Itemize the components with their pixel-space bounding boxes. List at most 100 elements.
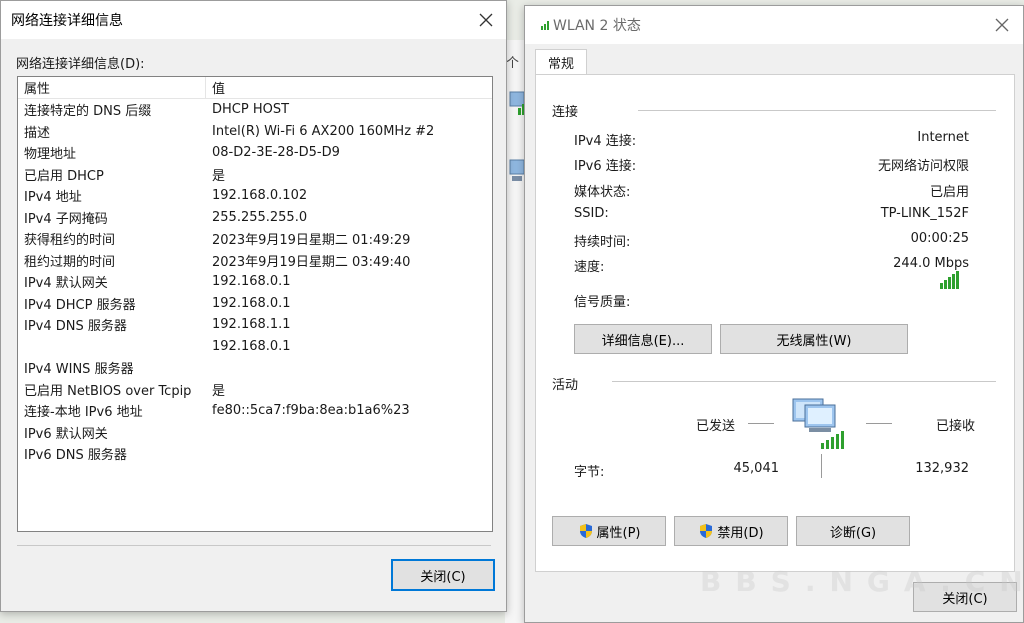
table-row[interactable]: IPv4 子网掩码 255.255.255.0 [18, 207, 492, 229]
row-property: 物理地址 [24, 147, 77, 163]
signal-strength-icon [940, 271, 959, 289]
table-row[interactable]: 192.168.0.1 [18, 336, 492, 358]
row-property: IPv4 DNS 服务器 [24, 319, 127, 335]
activity-group-title: 活动 [552, 378, 579, 393]
wifi-signal-icon [541, 21, 549, 30]
status-close-button[interactable]: 关闭(C) [913, 582, 1017, 612]
status-titlebar: WLAN 2 状态 [525, 6, 1023, 44]
table-row[interactable]: 描述 Intel(R) Wi-Fi 6 AX200 160MHz #2 [18, 121, 492, 143]
row-property: 租约过期的时间 [24, 254, 116, 270]
row-property: IPv6 默认网关 [24, 426, 108, 442]
details-divider [17, 545, 491, 546]
speed-value: 244.0 Mbps [893, 256, 969, 271]
row-property: 连接特定的 DNS 后缀 [24, 104, 152, 120]
table-row[interactable]: 物理地址 08-D2-3E-28-D5-D9 [18, 142, 492, 164]
signal-bar [948, 277, 951, 289]
properties-button[interactable]: 属性(P) [552, 516, 666, 546]
properties-button-label: 属性(P) [596, 525, 641, 541]
wlan-status-dialog: WLAN 2 状态 常规 连接 IPv4 连接: Internet IPv6 连… [524, 5, 1024, 623]
row-property: 描述 [24, 125, 51, 141]
table-row[interactable]: 获得租约的时间 2023年9月19日星期二 01:49:29 [18, 228, 492, 250]
row-property: 获得租约的时间 [24, 233, 116, 249]
sent-label: 已发送 [696, 419, 736, 434]
network-computer-icon [792, 398, 844, 449]
received-label: 已接收 [936, 419, 976, 434]
sent-flow-line [748, 423, 774, 424]
disable-button[interactable]: 禁用(D) [674, 516, 788, 546]
row-property: IPv4 WINS 服务器 [24, 362, 134, 378]
media-status-value: 已启用 [929, 185, 969, 200]
details-title: 网络连接详细信息 [11, 13, 123, 29]
table-row[interactable]: IPv4 DHCP 服务器 192.168.0.1 [18, 293, 492, 315]
table-row[interactable]: IPv6 默认网关 [18, 422, 492, 444]
row-property: IPv4 地址 [24, 190, 82, 206]
table-row[interactable]: IPv4 WINS 服务器 [18, 357, 492, 379]
row-property: 已启用 DHCP [24, 168, 104, 184]
network-details-dialog: 网络连接详细信息 网络连接详细信息(D): 属性 值 连接特定的 DNS 后缀 D… [0, 0, 507, 612]
details-list-label: 网络连接详细信息(D): [16, 57, 145, 72]
row-value: 192.168.0.102 [212, 188, 308, 204]
status-title: WLAN 2 状态 [553, 18, 641, 34]
table-row[interactable]: IPv6 DNS 服务器 [18, 443, 492, 465]
row-value: DHCP HOST [212, 102, 290, 118]
ipv4-label: IPv4 连接: [574, 134, 637, 149]
row-value: 192.168.0.1 [212, 274, 291, 290]
signal-bar [940, 283, 943, 289]
table-row[interactable]: IPv4 DNS 服务器 192.168.1.1 [18, 314, 492, 336]
ssid-label: SSID: [574, 206, 609, 221]
table-row[interactable]: 连接特定的 DNS 后缀 DHCP HOST [18, 99, 492, 121]
ssid-value: TP-LINK_152F [880, 206, 969, 221]
row-property: IPv4 默认网关 [24, 276, 108, 292]
row-value: 192.168.1.1 [212, 317, 291, 333]
row-property: IPv4 DHCP 服务器 [24, 297, 136, 313]
table-row[interactable]: IPv4 默认网关 192.168.0.1 [18, 271, 492, 293]
signal-bar [952, 274, 955, 289]
duration-label: 持续时间: [574, 235, 631, 250]
table-row[interactable]: 已启用 NetBIOS over Tcpip 是 [18, 379, 492, 401]
media-status-label: 媒体状态: [574, 185, 631, 200]
row-value: 192.168.0.1 [212, 338, 291, 354]
bytes-separator [821, 454, 822, 478]
row-value: 08-D2-3E-28-D5-D9 [212, 145, 340, 161]
table-row[interactable]: IPv4 地址 192.168.0.102 [18, 185, 492, 207]
uac-shield-icon [700, 524, 713, 538]
row-value: 192.168.0.1 [212, 295, 291, 311]
connection-group-line [638, 110, 996, 111]
bytes-received-value: 132,932 [915, 461, 969, 476]
row-value: Intel(R) Wi-Fi 6 AX200 160MHz #2 [212, 123, 435, 139]
uac-shield-icon [579, 524, 592, 538]
wireless-properties-button[interactable]: 无线属性(W) [720, 324, 908, 354]
table-row[interactable]: 连接-本地 IPv6 地址 fe80::5ca7:f9ba:8ea:b1a6%23 [18, 400, 492, 422]
row-value: 2023年9月19日星期二 01:49:29 [212, 233, 411, 249]
ipv6-label: IPv6 连接: [574, 159, 637, 174]
bytes-sent-value: 45,041 [733, 461, 780, 476]
row-value: 2023年9月19日星期二 03:49:40 [212, 254, 411, 270]
tab-general[interactable]: 常规 [535, 49, 587, 75]
diagnose-button[interactable]: 诊断(G) [796, 516, 910, 546]
signal-bar [956, 271, 959, 289]
table-row[interactable]: 已启用 DHCP 是 [18, 164, 492, 186]
signal-bar [944, 280, 947, 289]
connection-group-title: 连接 [552, 105, 579, 120]
details-button[interactable]: 详细信息(E)... [574, 324, 712, 354]
details-list-header: 属性 值 [18, 77, 492, 99]
background-fragment-text: 个 [506, 56, 520, 71]
ipv6-value: 无网络访问权限 [877, 159, 969, 174]
details-close-button[interactable]: 关闭(C) [391, 559, 495, 591]
bytes-label: 字节: [574, 465, 605, 480]
status-close-icon[interactable] [991, 14, 1013, 36]
details-list[interactable]: 属性 值 连接特定的 DNS 后缀 DHCP HOST 描述 Intel(R) Wi-… [17, 76, 493, 532]
row-value: 255.255.255.0 [212, 209, 308, 225]
row-property: IPv6 DNS 服务器 [24, 448, 127, 464]
received-flow-line [866, 423, 892, 424]
table-row[interactable]: 租约过期的时间 2023年9月19日星期二 03:49:40 [18, 250, 492, 272]
column-header-value[interactable]: 值 [206, 78, 225, 97]
signal-quality-label: 信号质量: [574, 295, 631, 310]
details-titlebar: 网络连接详细信息 [1, 1, 506, 39]
activity-group-line [612, 381, 996, 382]
row-value: fe80::5ca7:f9ba:8ea:b1a6%23 [212, 403, 410, 419]
details-close-icon[interactable] [475, 9, 497, 31]
column-header-property[interactable]: 属性 [18, 77, 206, 98]
general-tab-panel: 连接 IPv4 连接: Internet IPv6 连接: 无网络访问权限 媒体… [535, 74, 1015, 572]
row-value: 是 [212, 168, 226, 184]
